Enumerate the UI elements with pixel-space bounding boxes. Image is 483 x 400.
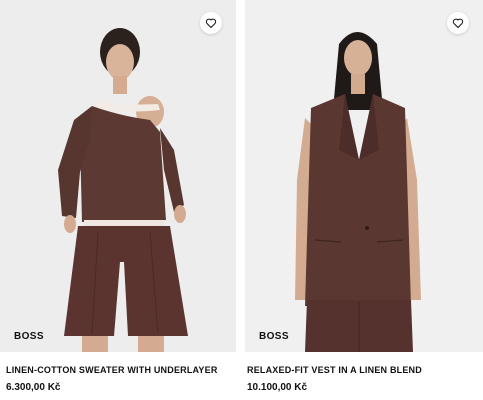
heart-outline-icon	[205, 18, 217, 28]
favorite-button[interactable]	[447, 12, 469, 34]
model-sweater-illustration	[58, 28, 188, 352]
product-card[interactable]: BOSS RELAXED-FIT VEST IN A LINEN BLEND 1…	[245, 0, 483, 393]
product-image[interactable]: BOSS	[245, 0, 483, 352]
product-name[interactable]: RELAXED-FIT VEST IN A LINEN BLEND	[247, 365, 422, 375]
product-price: 10.100,00 Kč	[247, 382, 308, 393]
product-name[interactable]: LINEN-COTTON SWEATER WITH UNDERLAYER	[6, 365, 218, 375]
brand-label: BOSS	[259, 331, 289, 342]
product-image[interactable]: BOSS	[0, 0, 236, 352]
favorite-button[interactable]	[200, 12, 222, 34]
heart-outline-icon	[452, 18, 464, 28]
model-vest-illustration	[295, 32, 421, 352]
product-card[interactable]: BOSS LINEN-COTTON SWEATER WITH UNDERLAYE…	[0, 0, 236, 393]
product-price: 6.300,00 Kč	[6, 382, 61, 393]
brand-label: BOSS	[14, 331, 44, 342]
